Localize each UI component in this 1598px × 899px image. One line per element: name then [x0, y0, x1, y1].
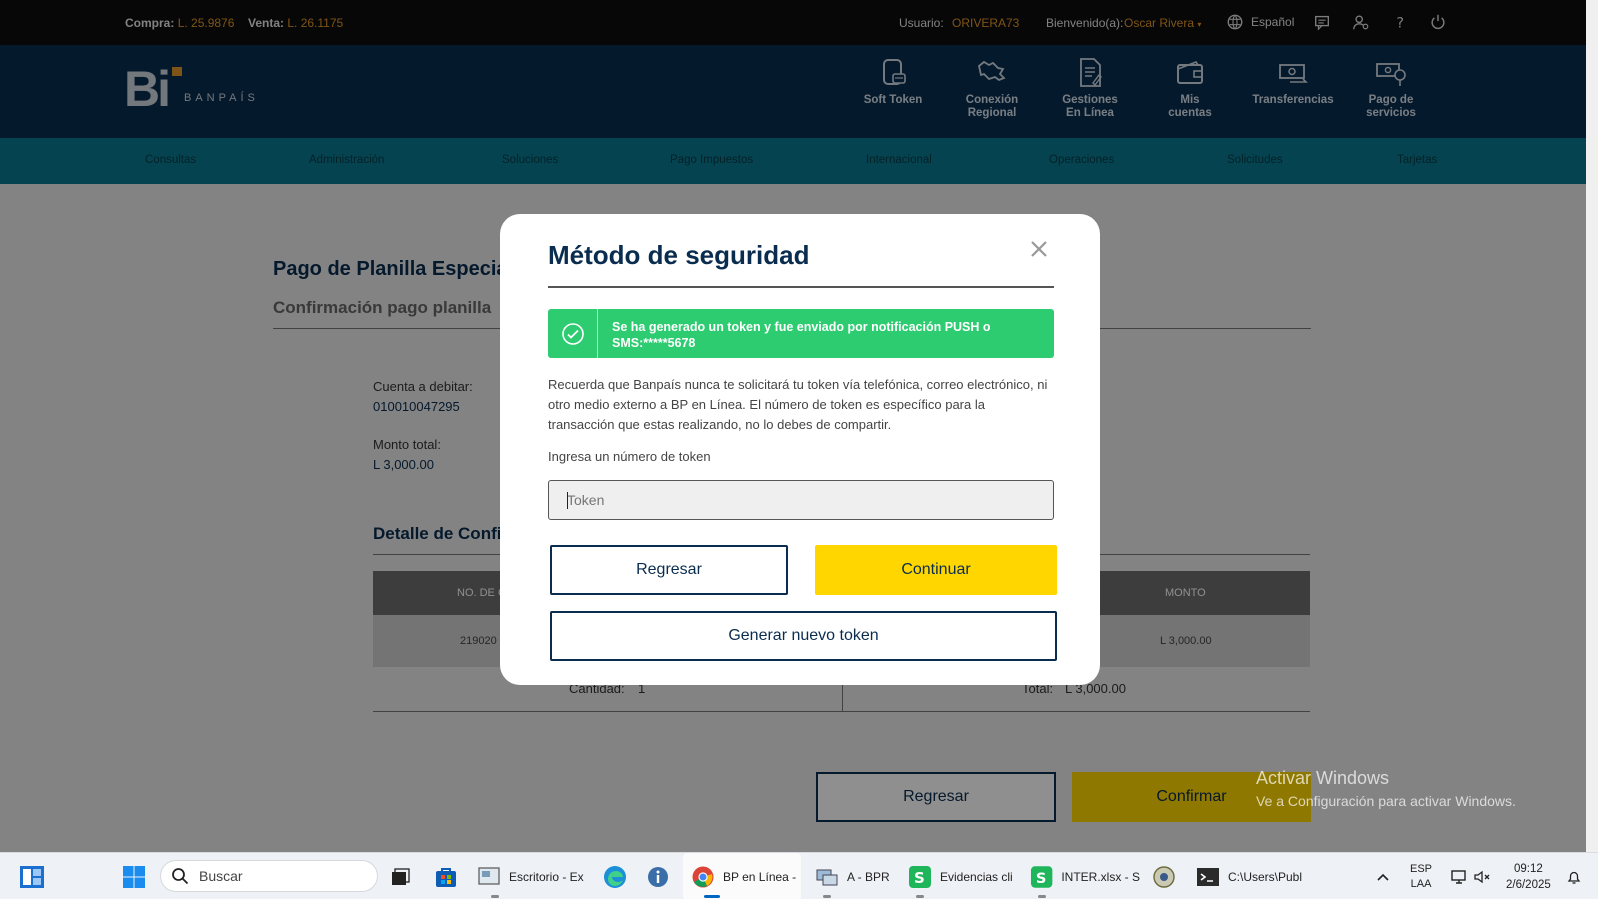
- windows-start-icon: [123, 865, 145, 888]
- generar-nuevo-token-button[interactable]: Generar nuevo token: [550, 611, 1057, 661]
- spreadsheet-icon: S: [909, 865, 931, 888]
- active-indicator: [704, 895, 720, 898]
- task-view-icon: [392, 867, 410, 885]
- task-view-button[interactable]: [389, 853, 411, 899]
- clock-date: 2/6/2025: [1506, 878, 1551, 891]
- app-label: Escritorio - Ex: [509, 869, 584, 884]
- running-indicator: [916, 895, 924, 898]
- network-icon: [1451, 869, 1466, 884]
- terminal-emulator-icon: [816, 869, 838, 885]
- app-label: BP en Línea -: [723, 869, 797, 884]
- clock[interactable]: 09:12 2/6/2025: [1506, 853, 1551, 899]
- search-icon: [172, 868, 189, 885]
- network-tray[interactable]: [1450, 853, 1468, 899]
- taskbar-app-inter[interactable]: S INTER.xlsx - S: [1030, 853, 1140, 899]
- tray-overflow-button[interactable]: [1376, 853, 1390, 899]
- taskbar-app-terminal[interactable]: C:\Users\Publ: [1196, 853, 1326, 899]
- modal-divider: [548, 286, 1054, 288]
- speaker-muted-icon: [1474, 870, 1490, 883]
- edge-button[interactable]: [602, 853, 628, 899]
- clock-time: 09:12: [1513, 862, 1543, 875]
- app-label: INTER.xlsx - S: [1061, 869, 1140, 884]
- edge-icon: [604, 865, 626, 888]
- widgets-icon: [20, 865, 44, 888]
- app-label: A - BPR: [847, 869, 890, 884]
- svg-text:S: S: [1036, 869, 1047, 886]
- scrollbar[interactable]: [1586, 0, 1598, 852]
- volume-tray[interactable]: [1473, 853, 1491, 899]
- info-icon: [648, 866, 668, 887]
- windows-activation-title: Activar Windows: [1256, 768, 1390, 788]
- lang-code: ESP: [1410, 862, 1433, 875]
- taskbar-search[interactable]: Buscar: [160, 860, 378, 892]
- taskbar-app-explorer[interactable]: Escritorio - Ex: [477, 853, 587, 899]
- store-button[interactable]: [434, 853, 458, 899]
- token-sent-alert: Se ha generado un token y fue enviado po…: [548, 309, 1054, 358]
- svg-text:S: S: [914, 869, 925, 887]
- token-input[interactable]: [548, 480, 1054, 520]
- running-indicator: [491, 895, 499, 898]
- spreadsheet-icon: S: [1030, 865, 1053, 888]
- close-icon[interactable]: [1028, 238, 1050, 260]
- taskbar-app-evidencias[interactable]: S Evidencias cli: [908, 853, 1018, 899]
- chevron-up-icon: [1377, 873, 1389, 881]
- alert-message: Se ha generado un token y fue enviado po…: [612, 320, 991, 350]
- taskbar-app-dev[interactable]: [1152, 853, 1176, 899]
- input-language[interactable]: ESP LAA: [1410, 853, 1432, 899]
- taskbar-app-chrome[interactable]: BP en Línea -: [683, 853, 801, 899]
- gear-app-icon: [1153, 865, 1175, 888]
- modal-title: Método de seguridad: [548, 240, 810, 270]
- notifications-button[interactable]: [1566, 853, 1582, 899]
- windows-activation-text: Ve a Configuración para activar Windows.: [1256, 793, 1516, 809]
- running-indicator: [823, 895, 831, 898]
- alert-icon-box: [548, 309, 598, 358]
- modal-regresar-button[interactable]: Regresar: [550, 545, 788, 595]
- app-label: C:\Users\Publ: [1228, 869, 1303, 884]
- start-button[interactable]: [122, 853, 146, 899]
- taskbar-app-bpr[interactable]: A - BPR: [815, 853, 895, 899]
- text-caret: [567, 492, 568, 509]
- running-indicator: [1038, 895, 1046, 898]
- store-icon: [436, 867, 456, 887]
- search-placeholder: Buscar: [199, 868, 243, 884]
- remote-desktop-icon: [478, 866, 500, 885]
- layout-code: LAA: [1410, 877, 1432, 890]
- app-label: Evidencias cli: [940, 869, 1013, 884]
- chrome-icon: [692, 866, 714, 887]
- widgets-button[interactable]: [19, 853, 45, 899]
- info-app-button[interactable]: [646, 853, 670, 899]
- security-modal: Método de seguridad Se ha generado un to…: [500, 214, 1100, 685]
- token-input-label: Ingresa un número de token: [548, 449, 711, 464]
- windows-taskbar: Buscar Escritorio - Ex BP en Línea - A -…: [0, 852, 1598, 899]
- terminal-icon: [1197, 867, 1219, 886]
- modal-continuar-button[interactable]: Continuar: [815, 545, 1057, 595]
- security-notice: Recuerda que Banpaís nunca te solicitará…: [548, 377, 1048, 432]
- notification-icon: [1567, 871, 1581, 884]
- check-circle-icon: [561, 322, 584, 345]
